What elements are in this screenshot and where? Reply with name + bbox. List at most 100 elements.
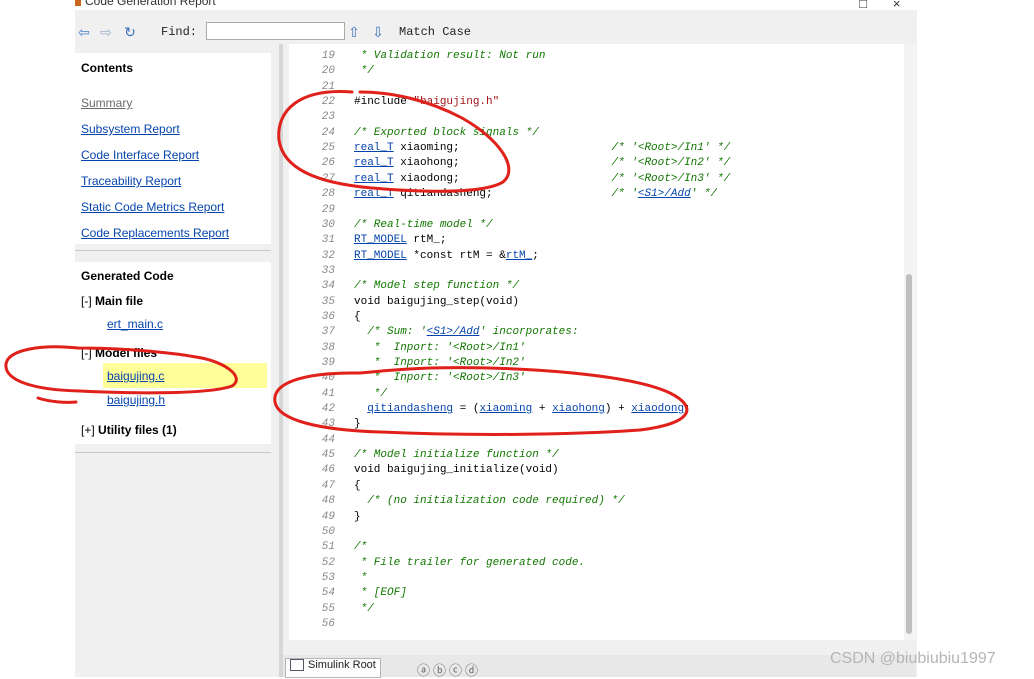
model-icon — [290, 659, 304, 672]
match-case-toggle[interactable]: Match Case — [399, 25, 471, 39]
forward-arrow-icon[interactable]: ⇨ — [97, 23, 115, 41]
code-text: /* Sum: '<S1>/Add' incorporates: — [367, 326, 579, 339]
line-number: 43 — [321, 418, 335, 431]
code-line: 51 /* — [289, 540, 904, 555]
nav-summary[interactable]: Summary — [81, 96, 132, 110]
line-number: 23 — [321, 111, 335, 124]
code-line: 29 — [289, 203, 904, 218]
code-line: 43} — [289, 417, 904, 432]
scrollbar-thumb[interactable] — [906, 274, 912, 634]
nav-traceability-report[interactable]: Traceability Report — [81, 174, 181, 188]
code-line: 38 * Inport: '<Root>/In1' — [289, 341, 904, 356]
nav-code-replacements-report[interactable]: Code Replacements Report — [81, 226, 229, 240]
code-line: 32 RT_MODEL *const rtM = &rtM_; — [289, 249, 904, 264]
file-ert-main-c[interactable]: ert_main.c — [107, 317, 163, 331]
nav-code-interface-report[interactable]: Code Interface Report — [81, 148, 199, 162]
expand-toggle[interactable]: [+] — [81, 423, 95, 437]
tab-label: Simulink Root — [308, 659, 376, 671]
nav-subsystem-report[interactable]: Subsystem Report — [81, 122, 180, 136]
code-line: 21 — [289, 80, 904, 95]
code-line: 53 * — [289, 571, 904, 586]
find-input[interactable] — [206, 22, 345, 40]
group-main-file[interactable]: [-] Main file — [81, 294, 143, 308]
line-number: 29 — [321, 203, 335, 216]
code-view: 19 * Validation result: Not run 20 */21 22… — [289, 44, 916, 640]
panel-divider — [75, 250, 271, 251]
code-text: qitiandasheng = (xiaoming + xiaohong) + … — [367, 403, 691, 416]
group-utility-files[interactable]: [+] Utility files (1) — [81, 423, 177, 437]
code-line: 55 */ — [289, 602, 904, 617]
collapse-toggle[interactable]: [-] — [81, 346, 92, 360]
code-text: real_T qitiandasheng; /* '<S1>/Add' */ — [354, 188, 718, 201]
line-number: 19 — [321, 50, 335, 62]
line-number: 34 — [321, 280, 335, 293]
simulink-root-tab[interactable]: Simulink Root — [285, 658, 381, 678]
code-line: 46 void baigujing_initialize(void) — [289, 463, 904, 478]
code-text: /* Real-time model */ — [354, 218, 493, 231]
code-line: 37 /* Sum: '<S1>/Add' incorporates: — [289, 325, 904, 340]
line-number: 44 — [321, 433, 335, 446]
line-number: 40 — [321, 372, 335, 385]
vertical-scrollbar[interactable] — [904, 44, 916, 640]
line-number: 47 — [321, 479, 335, 492]
code-text: * Validation result: Not run — [354, 50, 546, 62]
code-text: /* Exported block signals */ — [354, 126, 539, 139]
nav-static-code-metrics-report[interactable]: Static Code Metrics Report — [81, 200, 224, 214]
group-model-files[interactable]: [-] Model files — [81, 346, 157, 360]
file-baigujing-c[interactable]: baigujing.c — [107, 369, 164, 383]
code-text: /* (no initialization code required) */ — [367, 495, 625, 508]
watermark: CSDN @biubiubiu1997 — [830, 650, 996, 667]
code-line: 39 * Inport: '<Root>/In2' — [289, 356, 904, 371]
line-number: 41 — [321, 387, 335, 400]
line-number: 42 — [321, 403, 335, 416]
code-text: */ — [354, 387, 388, 400]
line-number: 54 — [321, 587, 335, 600]
panel-divider — [75, 452, 271, 453]
code-line: 56 — [289, 617, 904, 632]
code-text: * Inport: '<Root>/In1' — [354, 341, 526, 354]
close-button[interactable]: × — [882, 0, 912, 11]
generated-code-heading: Generated Code — [81, 269, 174, 283]
maximize-button[interactable]: □ — [848, 0, 878, 11]
code-text: void baigujing_initialize(void) — [354, 464, 559, 477]
code-text: real_T xiaoming; /* '<Root>/In1' */ — [354, 142, 731, 155]
line-number: 25 — [321, 142, 335, 155]
code-line: 40 * Inport: '<Root>/In3' — [289, 371, 904, 386]
contents-panel: Contents Summary Subsystem Report Code I… — [75, 53, 271, 244]
code-text: void baigujing_step(void) — [354, 295, 520, 308]
collapse-toggle[interactable]: [-] — [81, 294, 92, 308]
code-text: */ — [354, 65, 374, 78]
code-text: RT_MODEL *const rtM = &rtM_; — [354, 249, 539, 262]
code-text: */ — [354, 602, 374, 615]
line-number: 49 — [321, 510, 335, 523]
down-arrow-icon[interactable]: ⇩ — [369, 23, 387, 41]
navigation-controls[interactable]: ⓐⓑⓒⓓ — [417, 660, 481, 679]
code-text: { — [354, 310, 361, 323]
code-text: /* Model initialize function */ — [354, 449, 559, 462]
back-arrow-icon[interactable]: ⇦ — [75, 23, 93, 41]
line-number: 51 — [321, 541, 335, 554]
line-number: 21 — [321, 80, 335, 93]
code-text: * Inport: '<Root>/In2' — [354, 357, 526, 369]
code-text: RT_MODEL rtM_; — [354, 234, 447, 247]
code-line: 20 */ — [289, 64, 904, 79]
line-number: 30 — [321, 218, 335, 231]
code-line: 34 /* Model step function */ — [289, 279, 904, 294]
code-text: * File trailer for generated code. — [354, 556, 586, 569]
code-line: 30 /* Real-time model */ — [289, 218, 904, 233]
file-baigujing-h[interactable]: baigujing.h — [107, 393, 165, 407]
refresh-icon[interactable]: ↻ — [121, 23, 139, 41]
line-number: 24 — [321, 126, 335, 139]
line-number: 37 — [321, 326, 335, 339]
find-label: Find: — [161, 25, 198, 39]
group-label: Main file — [95, 294, 144, 308]
line-number: 35 — [321, 295, 335, 308]
panel-splitter[interactable] — [279, 44, 283, 677]
up-arrow-icon[interactable]: ⇧ — [345, 23, 363, 41]
group-label: Model files — [95, 346, 158, 360]
line-number: 48 — [321, 495, 335, 508]
code-text: } — [354, 510, 361, 523]
line-number: 32 — [321, 249, 335, 262]
code-text: real_T xiaodong; /* '<Root>/In3' */ — [354, 172, 731, 185]
line-number: 50 — [321, 525, 335, 538]
